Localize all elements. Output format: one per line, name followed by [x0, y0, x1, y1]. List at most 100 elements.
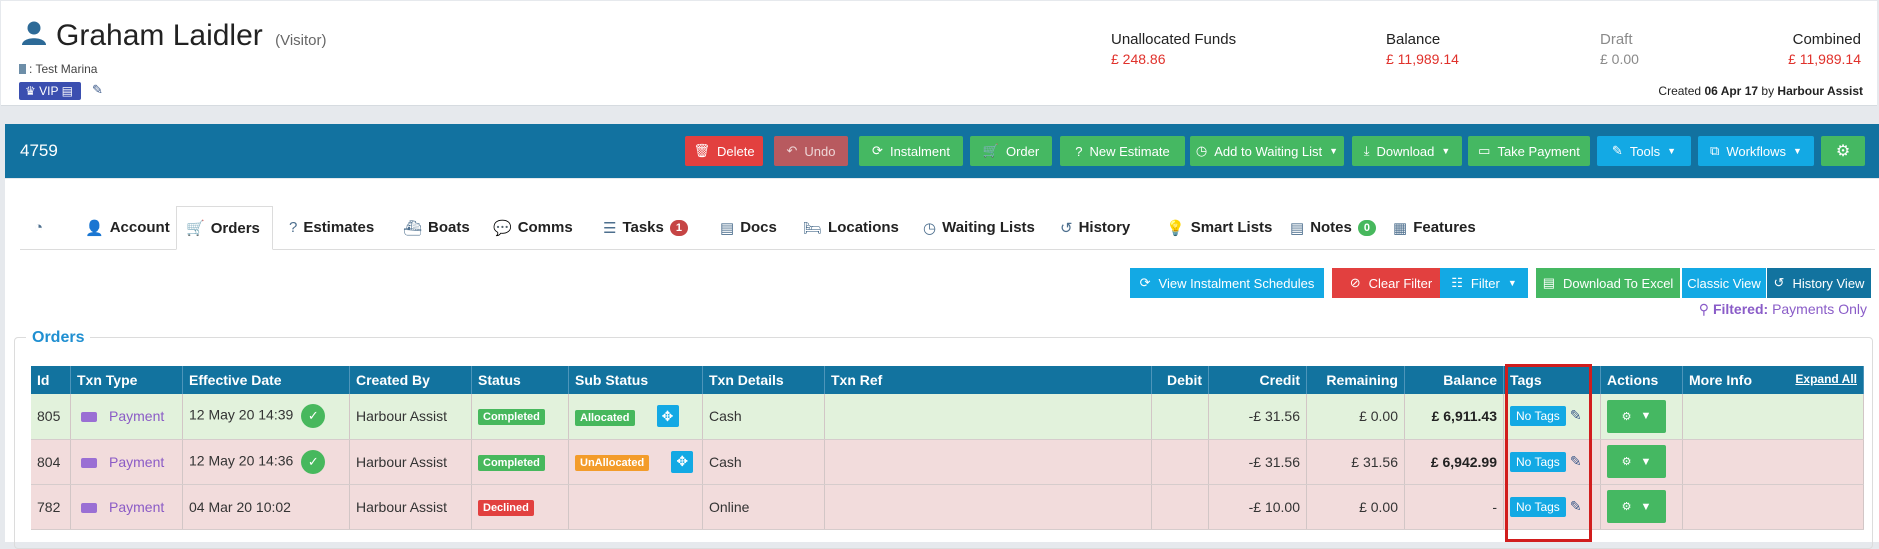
cell-credit: -£ 31.56	[1208, 394, 1307, 440]
tab-waiting-lists[interactable]: ◷ Waiting Lists	[923, 206, 1035, 249]
more-info-label: More Info	[1689, 372, 1752, 388]
question-icon: ?	[289, 219, 298, 236]
history-view-button[interactable]: ↺ History View	[1767, 268, 1871, 298]
tools-button[interactable]: ✎ Tools ▼	[1597, 136, 1691, 166]
cell-actions: ⚙ ▼	[1600, 394, 1683, 440]
created-date: 06 Apr 17	[1704, 84, 1759, 98]
edit-icon[interactable]: ✎	[92, 82, 103, 98]
column-header[interactable]: Txn Ref	[824, 366, 1152, 394]
tab-boats[interactable]: ⛴ Boats	[403, 206, 470, 249]
download-excel-button[interactable]: ▤ Download To Excel	[1536, 268, 1680, 298]
txn-type-link[interactable]: Payment	[109, 454, 164, 470]
download-button[interactable]: ⤓ Download ▼	[1352, 136, 1462, 166]
tab-features[interactable]: ▦ Features	[1393, 206, 1476, 249]
column-header[interactable]: Status	[471, 366, 569, 394]
add-waiting-label: Add to Waiting List	[1214, 143, 1323, 159]
tab-dashboard[interactable]: ◔	[34, 206, 54, 249]
pencil-icon: ✎	[1611, 143, 1623, 158]
tab-notes[interactable]: ▤ Notes 0	[1290, 206, 1376, 249]
trash-icon: 🗑	[693, 143, 710, 158]
actions-button[interactable]: ⚙ ▼	[1607, 399, 1666, 433]
clear-filter-button[interactable]: ⊘ Clear Filter	[1332, 268, 1450, 298]
instalment-button[interactable]: ⟳ Instalment	[859, 136, 963, 166]
cell-ref	[824, 394, 1152, 440]
undo-button[interactable]: ↶ Undo	[774, 136, 848, 166]
undo-label: Undo	[804, 143, 836, 159]
tab-label: Docs	[740, 219, 777, 236]
tab-orders[interactable]: 🛒 Orders	[176, 206, 273, 250]
column-header[interactable]: Sub Status	[568, 366, 703, 394]
classic-view-button[interactable]: Classic View	[1682, 268, 1766, 298]
chevron-down-icon: ▼	[1640, 455, 1652, 468]
cell-debit	[1151, 394, 1209, 440]
tab-comms[interactable]: 💬 Comms	[493, 206, 573, 249]
order-button[interactable]: 🛒 Order	[970, 136, 1052, 166]
column-header-more-info: More Info Expand All	[1682, 366, 1864, 394]
tab-estimates[interactable]: ? Estimates	[289, 206, 374, 249]
cell-debit	[1151, 484, 1209, 530]
expand-all-link[interactable]: Expand All	[1795, 372, 1857, 386]
txn-type-link[interactable]: Payment	[109, 499, 164, 515]
cell-sub-status: Allocated ✥	[568, 394, 703, 440]
file-icon: ▤	[720, 219, 735, 237]
tab-docs[interactable]: ▤ Docs	[720, 206, 777, 249]
column-header[interactable]: Txn Details	[702, 366, 825, 394]
bed-icon: 🛏	[803, 219, 823, 237]
person-icon	[22, 21, 46, 45]
file-icon: ▤	[1290, 219, 1305, 237]
column-header[interactable]: Created By	[349, 366, 472, 394]
dashboard-icon: ◔	[34, 219, 44, 236]
workflows-label: Workflows	[1726, 143, 1787, 159]
notes-count-badge: 0	[1357, 219, 1376, 236]
column-header[interactable]: Txn Type	[70, 366, 183, 394]
fund-label: Combined	[1792, 31, 1861, 48]
add-waiting-list-button[interactable]: ◷ Add to Waiting List ▼	[1190, 136, 1344, 166]
actions-button[interactable]: ⚙ ▼	[1607, 490, 1666, 523]
unallocated-funds: Unallocated Funds £ 248.86	[1111, 31, 1236, 67]
tab-label: Notes	[1310, 219, 1352, 236]
take-payment-button[interactable]: ▭ Take Payment	[1468, 136, 1590, 166]
date-text: 12 May 20 14:36	[189, 452, 294, 469]
tab-account[interactable]: 👤 Account	[85, 206, 170, 249]
tab-tasks[interactable]: ☰ Tasks 1	[603, 206, 688, 249]
content-panel: ◔ 👤 Account 🛒 Orders ? Estimates ⛴ Boats 💬 Co…	[5, 179, 1879, 549]
cell-status: Declined	[471, 484, 569, 530]
refresh-icon: ⟳	[1139, 275, 1151, 290]
column-header[interactable]: Balance	[1404, 366, 1504, 394]
column-header[interactable]: Credit	[1208, 366, 1307, 394]
delete-button[interactable]: 🗑 Delete	[685, 136, 763, 166]
column-header[interactable]: Actions	[1600, 366, 1683, 394]
order-label: Order	[1005, 143, 1040, 159]
cart-icon: 🛒	[982, 143, 999, 158]
column-header[interactable]: Id	[31, 366, 71, 394]
actions-button[interactable]: ⚙ ▼	[1607, 445, 1666, 478]
settings-button[interactable]: ⚙	[1821, 136, 1865, 166]
tab-label: History	[1078, 219, 1131, 236]
tab-locations[interactable]: 🛏 Locations	[803, 206, 899, 249]
view-schedules-label: View Instalment Schedules	[1158, 275, 1315, 291]
payment-icon	[81, 412, 97, 423]
move-icon[interactable]: ✥	[671, 450, 694, 473]
column-header[interactable]: Debit	[1151, 366, 1209, 394]
date-text: 12 May 20 14:39	[189, 406, 294, 423]
cell-remaining: £ 0.00	[1306, 394, 1405, 440]
txn-type-link[interactable]: Payment	[109, 408, 164, 424]
vip-badge[interactable]: ♛ VIP ▤	[19, 82, 81, 100]
new-estimate-button[interactable]: ? New Estimate	[1060, 136, 1185, 166]
move-icon[interactable]: ✥	[656, 405, 679, 428]
filter-button[interactable]: ☷ Filter ▼	[1440, 268, 1528, 298]
workflow-icon: ⧉	[1710, 143, 1720, 158]
column-header[interactable]: Remaining	[1306, 366, 1405, 394]
tab-smart-lists[interactable]: 💡 Smart Lists	[1166, 206, 1272, 249]
user-icon: 👤	[85, 219, 104, 237]
customer-type: (Visitor)	[275, 32, 327, 49]
marina-label: : Test Marina	[19, 62, 97, 76]
workflows-button[interactable]: ⧉ Workflows ▼	[1698, 136, 1814, 166]
filter-status-label: Filtered:	[1712, 301, 1769, 317]
column-header[interactable]: Effective Date	[182, 366, 350, 394]
tab-label: Comms	[517, 219, 573, 236]
history-icon: ↺	[1773, 275, 1785, 290]
chevron-down-icon: ▼	[1793, 146, 1802, 156]
view-instalment-schedules-button[interactable]: ⟳ View Instalment Schedules	[1130, 268, 1324, 298]
tab-history[interactable]: ↺ History	[1060, 206, 1130, 249]
